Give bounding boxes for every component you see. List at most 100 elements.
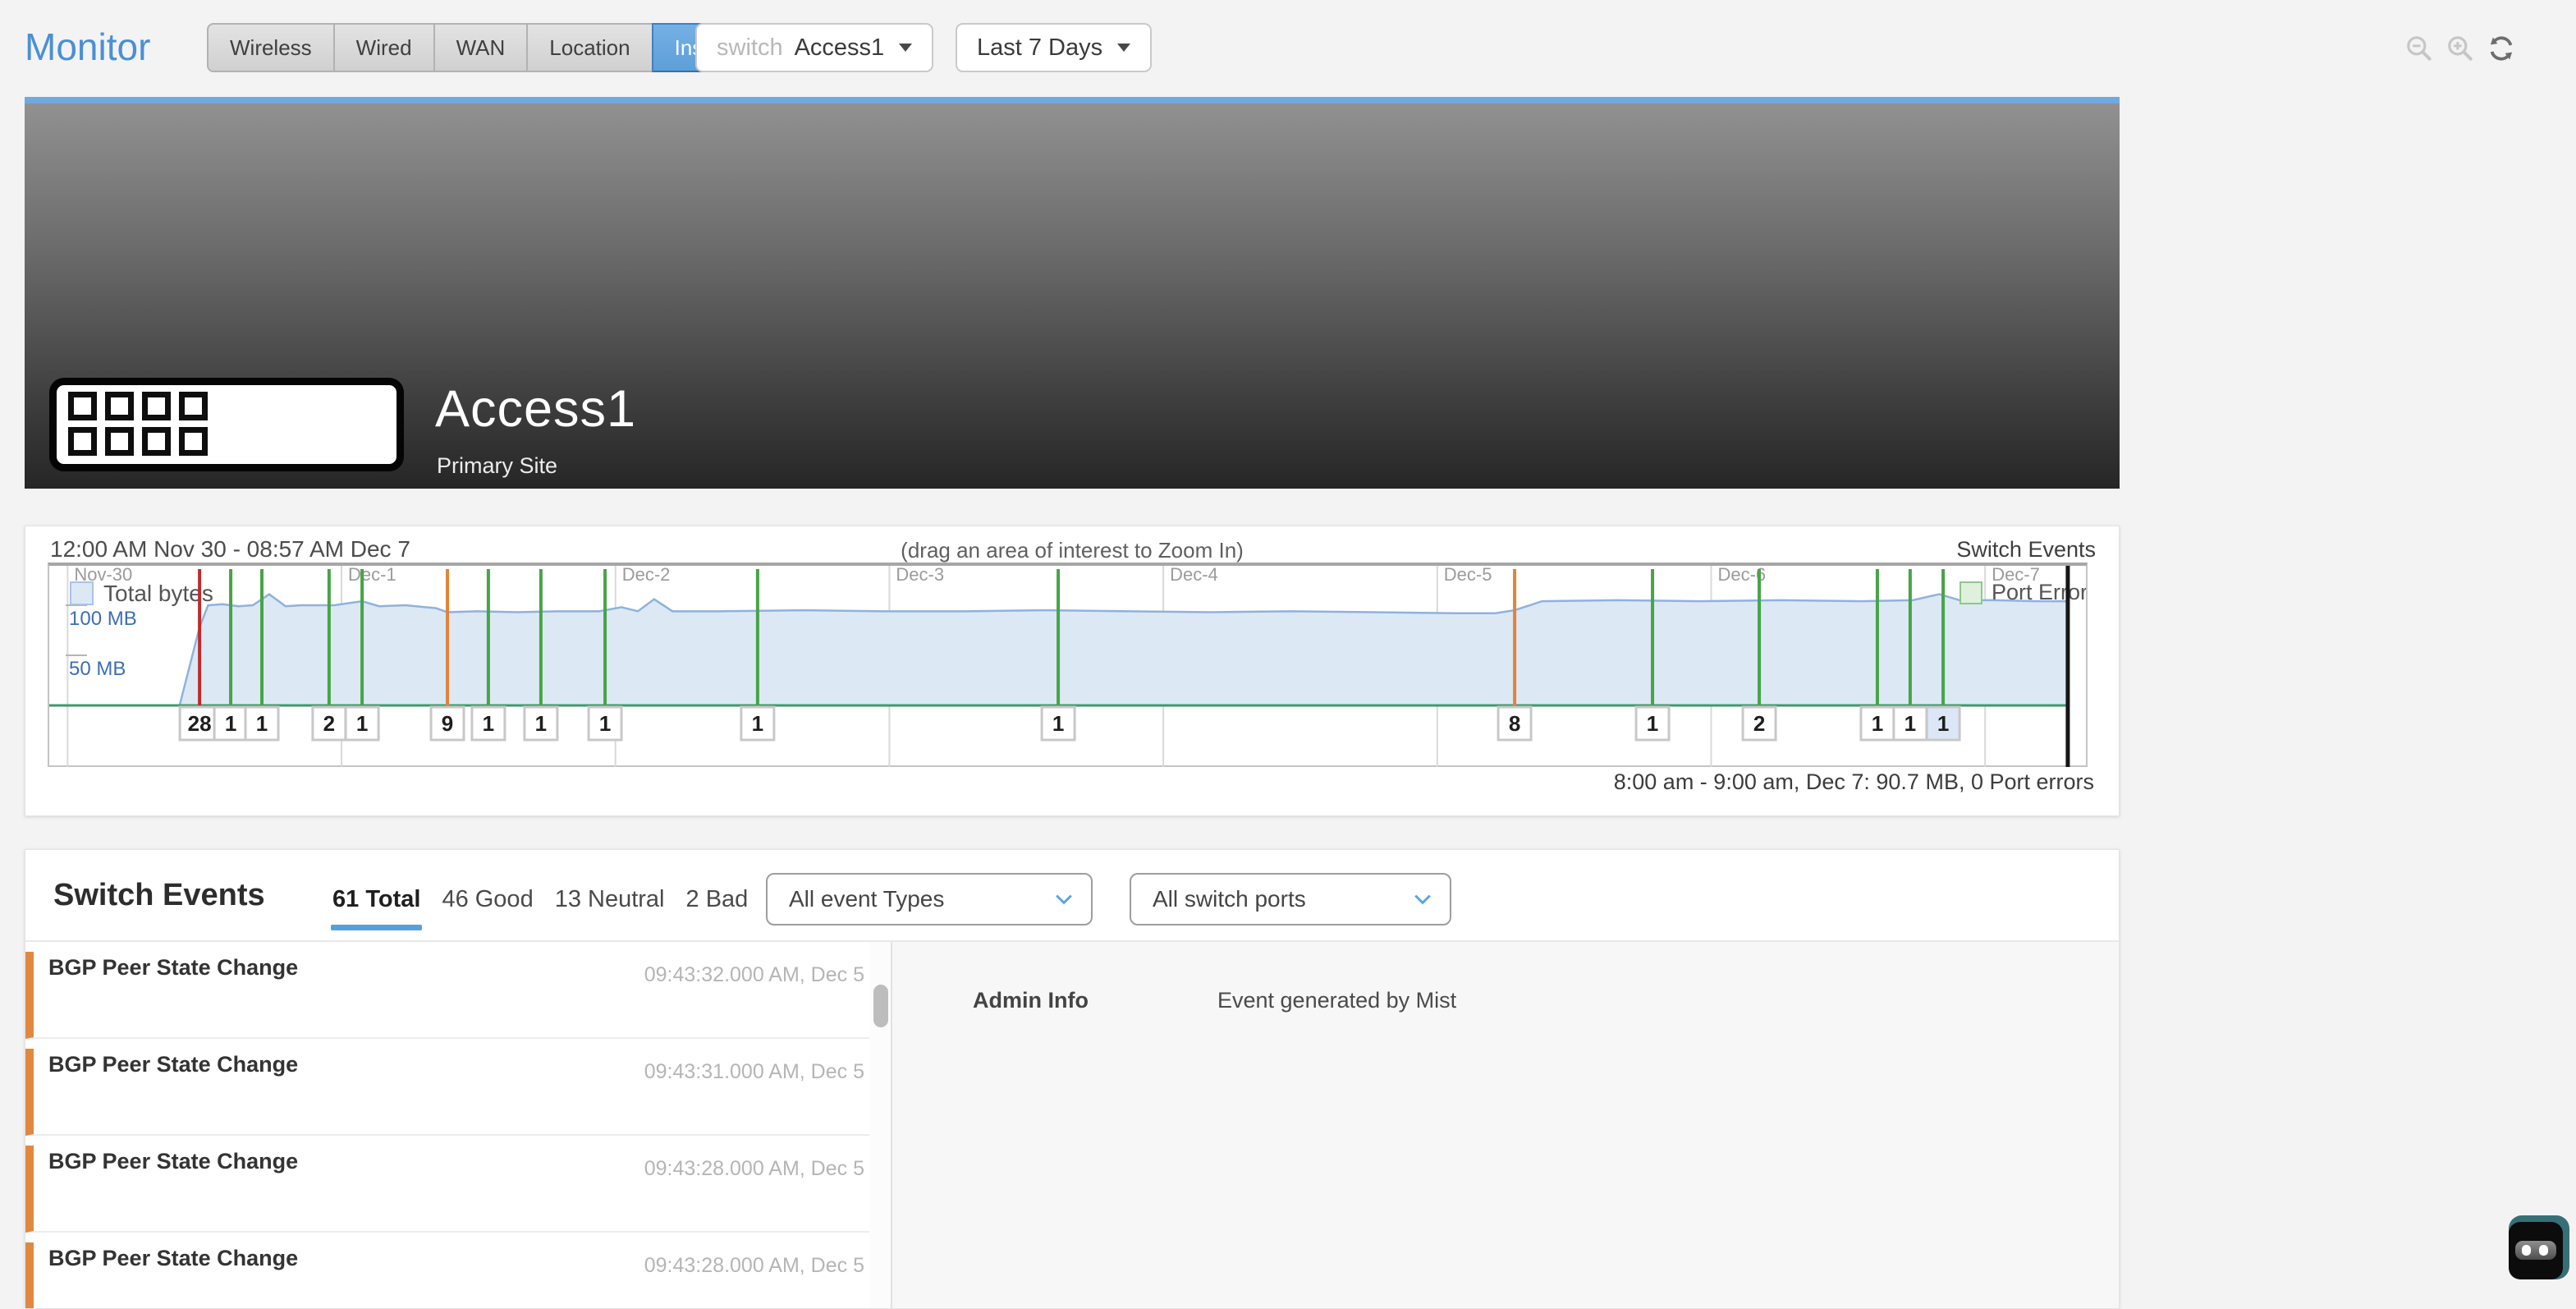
robot-face-icon bbox=[2509, 1222, 2563, 1279]
filter-good[interactable]: 46 Good bbox=[440, 886, 534, 930]
device-name: Access1 bbox=[435, 379, 636, 439]
switch-selector-value: Access1 bbox=[795, 34, 885, 62]
chevron-down-icon bbox=[899, 44, 912, 52]
event-count-label: 28 bbox=[188, 711, 212, 736]
active-filter-underline bbox=[685, 925, 750, 930]
page-title: Monitor bbox=[25, 25, 150, 69]
event-count-label: 2 bbox=[1753, 711, 1765, 736]
time-range-selector[interactable]: Last 7 Days bbox=[956, 23, 1152, 72]
y-tick-label: 50 MB bbox=[69, 658, 126, 680]
toolbar-icons bbox=[2404, 33, 2517, 64]
event-count-label: 1 bbox=[752, 711, 763, 736]
event-severity-filters: 61 Total 46 Good 13 Neutral 2 Bad bbox=[331, 886, 768, 930]
switch-port-graphic bbox=[68, 392, 97, 420]
switch-port-graphic bbox=[142, 392, 171, 420]
event-count-label: 8 bbox=[1509, 711, 1520, 736]
event-count-label: 1 bbox=[1052, 711, 1064, 736]
switch-port-graphic bbox=[105, 392, 134, 420]
monitor-tab-group: WirelessWiredWANLocationInsights bbox=[207, 23, 771, 72]
event-type-dropdown[interactable]: All event Types bbox=[766, 873, 1093, 925]
insights-timeline-card: 12:00 AM Nov 30 - 08:57 AM Dec 7 (drag a… bbox=[25, 526, 2120, 816]
robot-visor-icon bbox=[2515, 1241, 2556, 1260]
event-count-label: 1 bbox=[256, 711, 268, 736]
time-range-value: Last 7 Days bbox=[977, 34, 1102, 62]
day-label: Dec-4 bbox=[1170, 566, 1218, 585]
event-title: BGP Peer State Change bbox=[48, 1146, 369, 1177]
day-label: Dec-3 bbox=[896, 566, 944, 585]
filter-total[interactable]: 61 Total bbox=[331, 886, 422, 930]
event-list-item[interactable]: BGP Peer State Change 09:43:28.000 AM, De… bbox=[25, 1242, 869, 1309]
event-count-label: 1 bbox=[535, 711, 547, 736]
active-filter-underline bbox=[553, 925, 667, 930]
event-list-item[interactable]: BGP Peer State Change 09:43:28.000 AM, De… bbox=[25, 1146, 869, 1233]
event-count-label: 1 bbox=[599, 711, 611, 736]
event-count-label: 9 bbox=[442, 711, 453, 736]
event-list-scrollbar[interactable] bbox=[869, 942, 892, 1308]
event-list: BGP Peer State Change09:43:32.000 AM, De… bbox=[25, 942, 869, 1308]
y-tick-label: 100 MB bbox=[69, 608, 137, 630]
filter-label: 13 Neutral bbox=[553, 886, 667, 913]
switch-events-card: Switch Events 61 Total 46 Good 13 Neutral 2… bbox=[25, 849, 2120, 1309]
active-filter-underline bbox=[440, 925, 534, 930]
switch-selector-prefix: switch bbox=[717, 34, 783, 62]
filter-neutral[interactable]: 13 Neutral bbox=[553, 886, 667, 930]
switch-port-dropdown-value: All switch ports bbox=[1153, 886, 1306, 912]
event-title: BGP Peer State Change bbox=[48, 1242, 369, 1274]
event-count-label: 1 bbox=[1904, 711, 1916, 736]
detail-label: Admin Info bbox=[973, 988, 1217, 1013]
switch-port-graphic bbox=[179, 427, 208, 456]
switch-events-title: Switch Events bbox=[53, 878, 265, 913]
port-errors-legend-swatch bbox=[1960, 582, 1982, 604]
tab-wireless[interactable]: Wireless bbox=[207, 23, 335, 72]
chevron-down-icon bbox=[1055, 893, 1073, 905]
event-count-label: 1 bbox=[483, 711, 494, 736]
zoom-in-icon[interactable] bbox=[2445, 33, 2476, 64]
scrollbar-thumb[interactable] bbox=[873, 985, 888, 1027]
robot-eye-icon bbox=[2539, 1245, 2548, 1256]
total-bytes-legend-label: Total bytes bbox=[103, 581, 213, 606]
active-filter-underline bbox=[331, 925, 422, 930]
switch-illustration bbox=[49, 378, 404, 471]
switch-port-graphic bbox=[68, 427, 97, 456]
tab-wan[interactable]: WAN bbox=[433, 23, 529, 72]
day-label: Dec-1 bbox=[348, 566, 396, 585]
event-timestamp: 09:43:28.000 AM, Dec 5 bbox=[644, 1157, 864, 1181]
insights-timeline-chart[interactable]: Nov-30Dec-1Dec-2Dec-3Dec-4Dec-5Dec-6Dec-… bbox=[48, 563, 2088, 767]
robot-eye-icon bbox=[2522, 1245, 2531, 1256]
switch-selector[interactable]: switch Access1 bbox=[695, 23, 933, 72]
tab-location[interactable]: Location bbox=[526, 23, 653, 72]
event-count-label: 1 bbox=[356, 711, 368, 736]
event-detail-panel: Admin InfoEvent generated by Mist bbox=[892, 942, 2119, 1308]
switch-port-graphic bbox=[105, 427, 134, 456]
switch-port-dropdown[interactable]: All switch ports bbox=[1130, 873, 1451, 925]
switch-events-body: BGP Peer State Change09:43:32.000 AM, De… bbox=[25, 940, 2119, 1308]
event-detail-row: Admin InfoEvent generated by Mist bbox=[892, 942, 2119, 1013]
chart-time-range-label: 12:00 AM Nov 30 - 08:57 AM Dec 7 bbox=[50, 536, 410, 563]
chart-panel-label: Switch Events bbox=[1956, 537, 2096, 563]
switch-port-graphic bbox=[142, 427, 171, 456]
event-list-item[interactable]: BGP Peer State Change09:43:31.000 AM, De… bbox=[25, 1049, 869, 1136]
filter-label: 61 Total bbox=[331, 886, 422, 913]
marvis-assistant-icon[interactable] bbox=[2509, 1215, 2569, 1279]
chart-drag-hint: (drag an area of interest to Zoom In) bbox=[901, 538, 1244, 563]
event-title: BGP Peer State Change bbox=[48, 952, 369, 983]
chart-selection-summary: 8:00 am - 9:00 am, Dec 7: 90.7 MB, 0 Por… bbox=[1614, 769, 2094, 795]
filter-label: 2 Bad bbox=[685, 886, 750, 913]
filter-bad[interactable]: 2 Bad bbox=[685, 886, 750, 930]
event-timestamp: 09:43:31.000 AM, Dec 5 bbox=[644, 1060, 864, 1084]
refresh-icon[interactable] bbox=[2486, 33, 2517, 64]
zoom-out-icon[interactable] bbox=[2404, 33, 2435, 64]
device-site: Primary Site bbox=[437, 453, 557, 479]
day-label: Dec-5 bbox=[1444, 566, 1492, 585]
event-list-item[interactable]: BGP Peer State Change09:43:32.000 AM, De… bbox=[25, 952, 869, 1039]
total-bytes-legend-swatch bbox=[71, 582, 93, 604]
tab-wired[interactable]: Wired bbox=[333, 23, 435, 72]
filter-label: 46 Good bbox=[440, 886, 534, 913]
event-count-label: 1 bbox=[1872, 711, 1883, 736]
event-timestamp: 09:43:28.000 AM, Dec 5 bbox=[644, 1254, 864, 1278]
chevron-down-icon bbox=[1117, 44, 1130, 52]
event-count-label: 1 bbox=[1937, 711, 1949, 736]
switch-ports-graphic bbox=[68, 392, 208, 456]
detail-value: Event generated by Mist bbox=[1217, 988, 1456, 1013]
event-count-label: 1 bbox=[1647, 711, 1658, 736]
